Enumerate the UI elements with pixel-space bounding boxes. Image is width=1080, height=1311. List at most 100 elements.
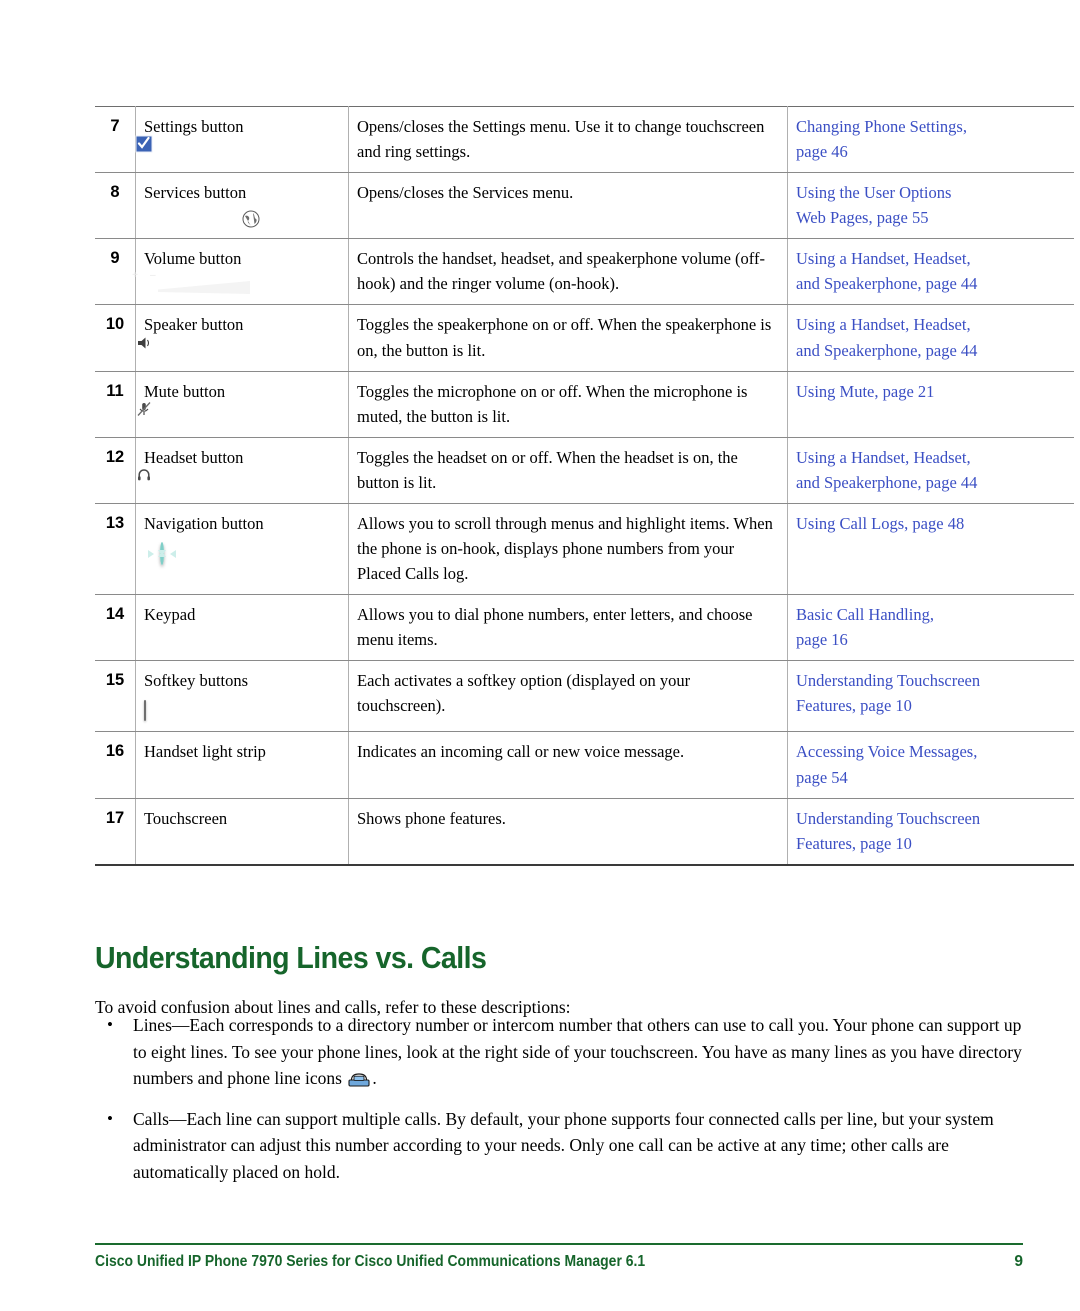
feature-description: Opens/closes the Settings menu. Use it t… [348, 105, 788, 174]
reference-link-line[interactable]: and Speakerphone, page 44 [796, 470, 1066, 495]
bullet-marker: • [107, 1015, 113, 1034]
reference-link-line[interactable]: Using a Handset, Headset, [796, 312, 1066, 337]
feature-name-cell: Mute button [135, 371, 349, 438]
reference-link-line[interactable]: Using the User Options [796, 180, 1066, 205]
feature-description: Toggles the headset on or off. When the … [348, 437, 788, 504]
table-row: 14 Keypad Allows you to dial phone numbe… [95, 594, 1074, 662]
row-number: 15 [95, 660, 136, 733]
feature-description: Toggles the speakerphone on or off. When… [348, 304, 788, 372]
footer-title: Cisco Unified IP Phone 7970 Series for C… [95, 1253, 646, 1270]
table-row: 13 Navigation button Allows you to scrol… [95, 503, 1074, 596]
navigation-disc-shape [148, 542, 176, 566]
feature-name-cell: Services button [135, 172, 349, 240]
feature-description: Shows phone features. [348, 798, 788, 866]
feature-name-cell: Speaker button [135, 304, 349, 372]
table-row: 11 Mute button Toggles the microphone on… [95, 371, 1074, 438]
feature-reference: Using a Handset, Headset, and Speakerpho… [787, 304, 1074, 372]
table-row: 16 Handset light strip Indicates an inco… [95, 731, 1074, 799]
reference-link-line[interactable]: Basic Call Handling, [796, 602, 1066, 627]
feature-reference: Understanding Touchscreen Features, page… [787, 798, 1074, 866]
navigation-button-icon [148, 541, 340, 566]
arrow-down-icon [158, 550, 166, 557]
reference-link-line[interactable]: Features, page 10 [796, 831, 1066, 856]
reference-link-line[interactable]: page 16 [796, 627, 1066, 652]
feature-reference: Changing Phone Settings, page 46 [787, 105, 1074, 174]
table-row: 15 Softkey buttons Each activates a soft… [95, 660, 1074, 733]
table-row: 7 Settings button Opens/closes the Setti… [95, 105, 1074, 174]
reference-link-line[interactable]: Web Pages, page 55 [796, 205, 1066, 230]
softkey-capsule-shape [144, 700, 146, 722]
reference-link-line[interactable]: Using a Handset, Headset, [796, 246, 1066, 271]
row-number: 8 [95, 172, 136, 240]
reference-link-line[interactable]: page 46 [796, 139, 1066, 164]
list-item-text: Calls—Each line can support multiple cal… [133, 1108, 994, 1182]
reference-link-line[interactable]: Using Mute, page 21 [796, 379, 1066, 404]
phone-line-icon [347, 1069, 371, 1087]
feature-name-cell: Navigation button [135, 503, 349, 596]
reference-link-line[interactable]: Understanding Touchscreen [796, 806, 1066, 831]
phone-features-table: 7 Settings button Opens/closes the Setti… [95, 105, 1074, 866]
list-item: • Lines—Each corresponds to a directory … [95, 1012, 1023, 1092]
reference-link-line[interactable]: Understanding Touchscreen [796, 668, 1066, 693]
feature-name: Touchscreen [144, 808, 228, 828]
checkbox-glyph [135, 135, 153, 153]
table-row: 10 Speaker button Toggles the speakerpho… [95, 304, 1074, 372]
feature-name-cell: Touchscreen [135, 798, 349, 866]
row-number: 14 [95, 594, 136, 662]
feature-reference: Understanding Touchscreen Features, page… [787, 660, 1074, 733]
reference-link-line[interactable]: Accessing Voice Messages, [796, 739, 1066, 764]
row-number: 13 [95, 503, 136, 596]
list-item: • Calls—Each line can support multiple c… [95, 1106, 1023, 1186]
feature-reference: Accessing Voice Messages, page 54 [787, 731, 1074, 799]
feature-name: Mute button [144, 381, 226, 401]
list-item-text-tail: . [372, 1068, 377, 1089]
feature-description: Toggles the microphone on or off. When t… [348, 371, 788, 438]
table-row: 8 Services button Opens/closes the Servi… [95, 172, 1074, 240]
bullet-list: • Lines—Each corresponds to a directory … [95, 1012, 1023, 1200]
feature-name-cell: Settings button [135, 105, 349, 174]
row-number: 7 [95, 105, 136, 174]
feature-name: Headset button [144, 447, 244, 467]
feature-name: Keypad [144, 605, 196, 625]
list-item-text: Lines—Each corresponds to a directory nu… [133, 1015, 1022, 1089]
feature-reference: Using the User Options Web Pages, page 5… [787, 172, 1074, 240]
reference-link-line[interactable]: and Speakerphone, page 44 [796, 271, 1066, 296]
row-number: 10 [95, 304, 136, 372]
feature-name: Settings button [144, 117, 244, 136]
feature-name: Softkey buttons [144, 671, 249, 691]
row-number: 17 [95, 798, 136, 866]
reference-link-line[interactable]: Using Call Logs, page 48 [796, 511, 1066, 536]
bullet-marker: • [107, 1108, 113, 1128]
document-page: 7 Settings button Opens/closes the Setti… [0, 0, 1080, 1311]
feature-name: Handset light strip [144, 742, 266, 762]
feature-name: Navigation button [144, 513, 264, 533]
table-row: 12 Headset button Toggles the headset on… [95, 437, 1074, 504]
reference-link-line[interactable]: Changing Phone Settings, [796, 114, 1066, 139]
feature-name-cell: Handset light strip [135, 731, 349, 799]
feature-description: Opens/closes the Services menu. [348, 172, 788, 240]
reference-link-line[interactable]: Using a Handset, Headset, [796, 445, 1066, 470]
reference-link-line[interactable]: and Speakerphone, page 44 [796, 338, 1066, 363]
feature-reference: Using Mute, page 21 [787, 371, 1074, 438]
feature-name-cell: Keypad [135, 594, 349, 662]
feature-description: Allows you to scroll through menus and h… [348, 503, 788, 596]
feature-description: Allows you to dial phone numbers, enter … [348, 594, 788, 662]
reference-link-line[interactable]: page 54 [796, 765, 1066, 790]
feature-name-cell: Volume button – + [132, 238, 349, 306]
feature-name-cell: Headset button [135, 437, 349, 504]
feature-reference: Using a Handset, Headset, and Speakerpho… [787, 238, 1074, 306]
feature-description: Each activates a softkey option (display… [348, 660, 788, 733]
feature-name: Volume button [144, 249, 242, 269]
table-row: 9 Volume button – + Controls the handset… [95, 238, 1074, 306]
feature-name: Services button [144, 183, 247, 203]
feature-reference: Using Call Logs, page 48 [787, 503, 1074, 596]
reference-link-line[interactable]: Features, page 10 [796, 693, 1066, 718]
softkey-button-icon [144, 698, 340, 723]
arrow-left-icon [170, 549, 176, 558]
feature-description: Controls the handset, headset, and speak… [348, 238, 788, 306]
page-title: Understanding Lines vs. Calls [95, 939, 487, 975]
feature-reference: Using a Handset, Headset, and Speakerpho… [787, 437, 1074, 504]
table-body: 7 Settings button Opens/closes the Setti… [95, 105, 1074, 866]
arrow-right-icon [148, 549, 154, 558]
table-row: 17 Touchscreen Shows phone features. Und… [95, 798, 1074, 866]
